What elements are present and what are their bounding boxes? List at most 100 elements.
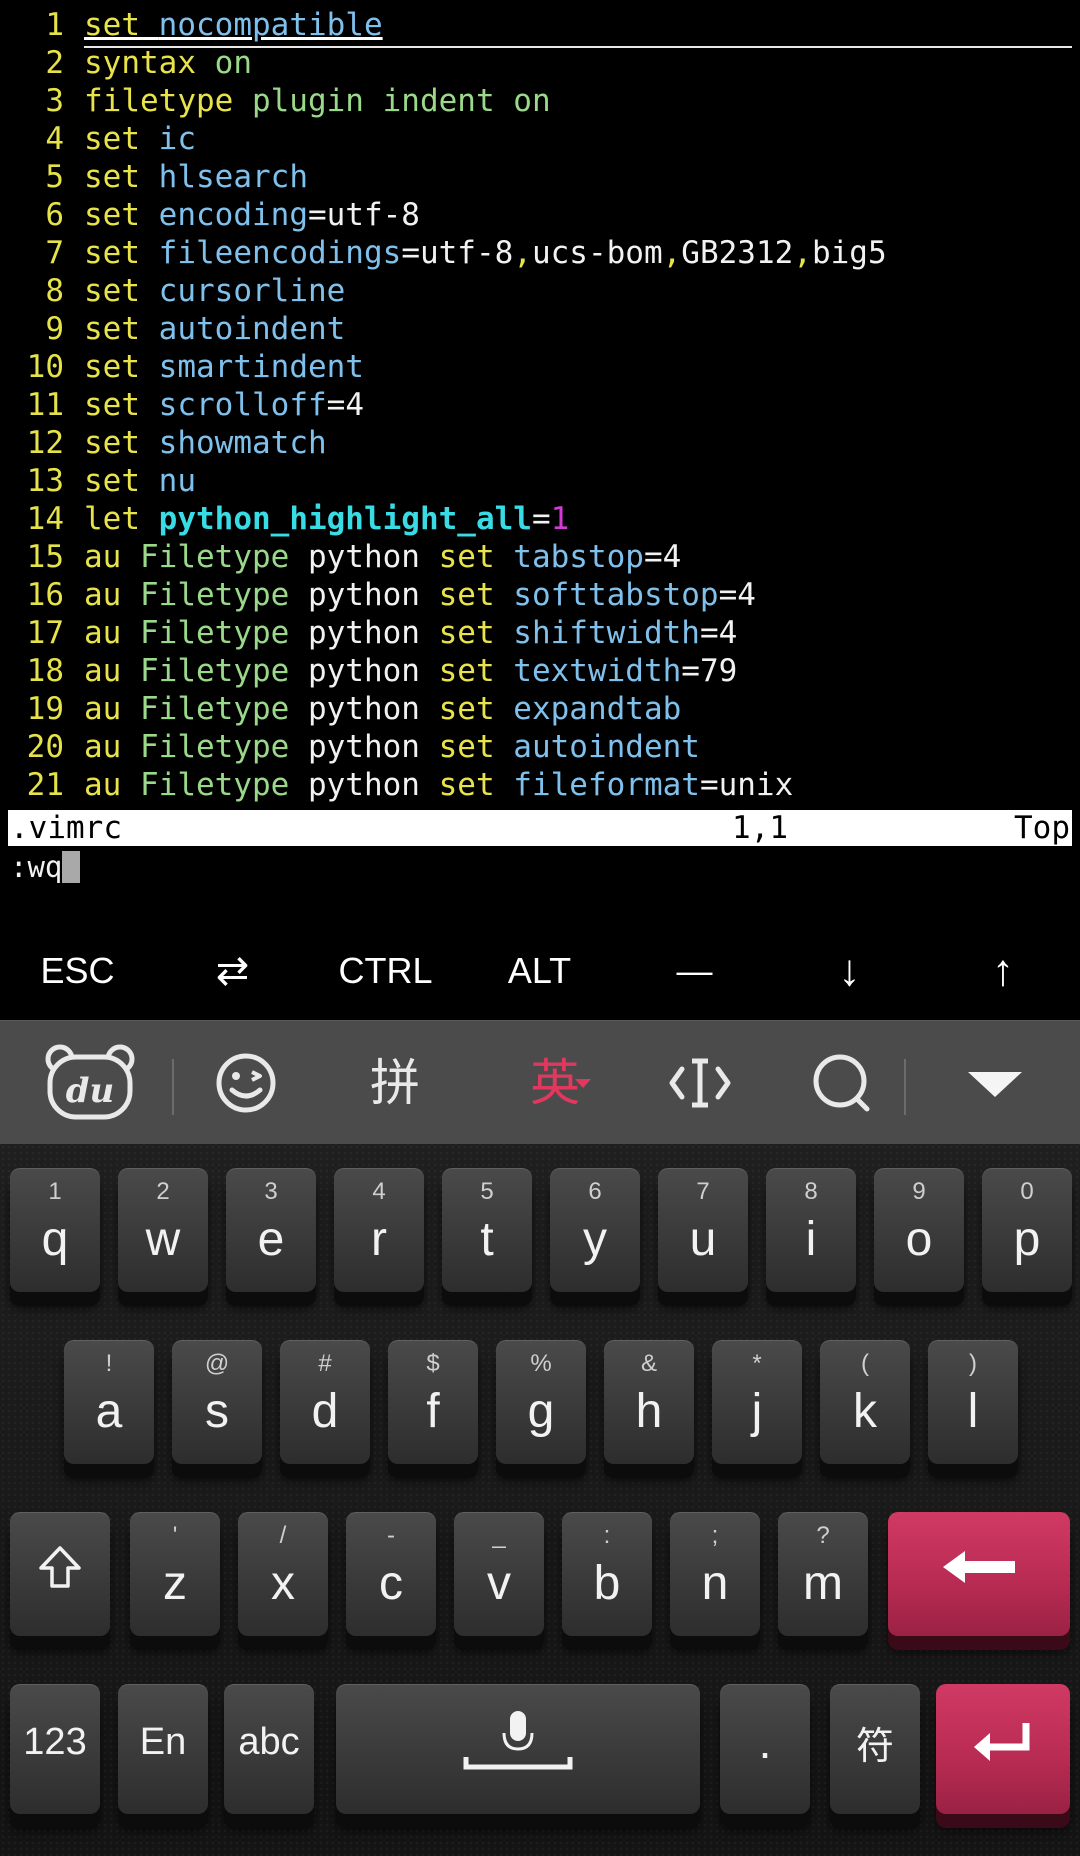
key-k[interactable]: (k: [820, 1340, 910, 1464]
code-token: set: [438, 691, 495, 727]
code-token: =4: [643, 539, 682, 575]
line-code: au Filetype python set autoindent: [84, 728, 700, 766]
key-hint: ': [172, 1522, 178, 1549]
key-u[interactable]: 7u: [658, 1168, 748, 1292]
english-layout-key-label: En: [139, 1720, 187, 1763]
code-token: python: [289, 653, 439, 689]
code-line[interactable]: 20 au Filetype python set autoindent: [0, 728, 1080, 766]
code-token: set: [84, 273, 140, 309]
cursor-move-icon[interactable]: [650, 1039, 750, 1127]
code-line[interactable]: 15 au Filetype python set tabstop=4: [0, 538, 1080, 576]
arrow-up-key[interactable]: ↑: [926, 940, 1080, 1020]
code-line[interactable]: 2 syntax on: [0, 44, 1080, 82]
code-token: =: [531, 501, 551, 537]
key-hint: 9: [912, 1178, 926, 1205]
baidu-bear-icon[interactable]: du: [40, 1039, 140, 1127]
space-key[interactable]: [336, 1684, 700, 1814]
backspace-key[interactable]: [888, 1512, 1070, 1636]
abc-key[interactable]: abc: [224, 1684, 314, 1814]
shift-key[interactable]: [10, 1512, 110, 1636]
key-z[interactable]: ' z: [130, 1512, 220, 1636]
alt-key[interactable]: ALT: [462, 940, 617, 1020]
terminal-view[interactable]: 1 set nocompatible 2 syntax on 3 filetype plu…: [0, 0, 1080, 940]
english-layout-key[interactable]: En: [118, 1684, 208, 1814]
statusline-scroll: Top: [1014, 810, 1070, 846]
code-line[interactable]: 5 set hlsearch: [0, 158, 1080, 196]
dash-key[interactable]: —: [617, 940, 772, 1020]
line-number: 8: [45, 273, 64, 309]
code-line[interactable]: 6 set encoding=utf-8: [0, 196, 1080, 234]
code-line[interactable]: 9 set autoindent: [0, 310, 1080, 348]
key-label: d: [311, 1385, 339, 1438]
code-token: set: [84, 463, 140, 499]
code-line[interactable]: 1 set nocompatible: [0, 6, 1080, 48]
search-icon[interactable]: [797, 1039, 887, 1127]
key-f[interactable]: $ f: [388, 1340, 478, 1464]
key-i[interactable]: 8i: [766, 1168, 856, 1292]
line-code: set hlsearch: [84, 158, 308, 196]
period-key[interactable]: .: [720, 1684, 810, 1814]
emoji-icon[interactable]: [205, 1039, 287, 1127]
code-line[interactable]: 4 set ic: [0, 120, 1080, 158]
code-token: Filetype: [140, 729, 290, 765]
code-line[interactable]: 12 set showmatch: [0, 424, 1080, 462]
line-code: au Filetype python set shiftwidth=4: [84, 614, 737, 652]
arrow-down-key[interactable]: ↓: [772, 940, 927, 1020]
code-line[interactable]: 18 au Filetype python set textwidth=79: [0, 652, 1080, 690]
key-m[interactable]: ? m: [778, 1512, 868, 1636]
code-token: python_highlight_all: [158, 501, 532, 537]
english-mode-button[interactable]: 英: [505, 1039, 605, 1127]
ctrl-key[interactable]: CTRL: [308, 940, 463, 1020]
line-number: 11: [26, 387, 64, 423]
line-number: 2: [45, 45, 64, 81]
key-label: r: [371, 1213, 387, 1266]
key-j[interactable]: * j: [712, 1340, 802, 1464]
statusline-position: 1,1: [732, 810, 788, 846]
key-b[interactable]: :b: [562, 1512, 652, 1636]
key-g[interactable]: % g: [496, 1340, 586, 1464]
key-h[interactable]: & h: [604, 1340, 694, 1464]
code-line[interactable]: 19 au Filetype python set expandtab: [0, 690, 1080, 728]
collapse-icon[interactable]: [955, 1039, 1035, 1127]
code-line[interactable]: 16 au Filetype python set softtabstop=4: [0, 576, 1080, 614]
key-label: c: [379, 1557, 403, 1610]
code-line[interactable]: 7 set fileencodings=utf-8,ucs-bom,GB2312,…: [0, 234, 1080, 272]
key-o[interactable]: 9o: [874, 1168, 964, 1292]
key-x[interactable]: / x: [238, 1512, 328, 1636]
code-token: textwidth: [513, 653, 682, 689]
key-s[interactable]: @ s: [172, 1340, 262, 1464]
vim-command-line[interactable]: :wq: [10, 848, 81, 886]
code-line[interactable]: 17 au Filetype python set shiftwidth=4: [0, 614, 1080, 652]
key-q[interactable]: 1q: [10, 1168, 100, 1292]
key-c[interactable]: -c: [346, 1512, 436, 1636]
key-d[interactable]: # d: [280, 1340, 370, 1464]
code-line[interactable]: 10 set smartindent: [0, 348, 1080, 386]
code-line[interactable]: 14 let python_highlight_all=1: [0, 500, 1080, 538]
key-w[interactable]: 2w: [118, 1168, 208, 1292]
key-v[interactable]: _ v: [454, 1512, 544, 1636]
enter-key[interactable]: [936, 1684, 1070, 1814]
key-l[interactable]: ) l: [928, 1340, 1018, 1464]
key-a[interactable]: ! a: [64, 1340, 154, 1464]
symbols-key[interactable]: 符: [830, 1684, 920, 1814]
code-line[interactable]: 3 filetype plugin indent on: [0, 82, 1080, 120]
key-t[interactable]: 5t: [442, 1168, 532, 1292]
code-line[interactable]: 8 set cursorline: [0, 272, 1080, 310]
code-line[interactable]: 11 set scrolloff=4: [0, 386, 1080, 424]
key-n[interactable]: ; n: [670, 1512, 760, 1636]
key-e[interactable]: 3e: [226, 1168, 316, 1292]
statusline-filename: .vimrc: [10, 810, 122, 846]
tab-key[interactable]: ⇄: [155, 940, 310, 1020]
key-p[interactable]: 0p: [982, 1168, 1072, 1292]
key-r[interactable]: 4r: [334, 1168, 424, 1292]
key-y[interactable]: 6y: [550, 1168, 640, 1292]
code-line[interactable]: 13 set nu: [0, 462, 1080, 500]
esc-key[interactable]: ESC: [0, 940, 155, 1020]
numbers-key[interactable]: 123: [10, 1684, 100, 1814]
code-token: python: [289, 691, 439, 727]
pinyin-mode-button[interactable]: 拼: [350, 1039, 440, 1127]
code-line[interactable]: 21 au Filetype python set fileformat=unix: [0, 766, 1080, 804]
